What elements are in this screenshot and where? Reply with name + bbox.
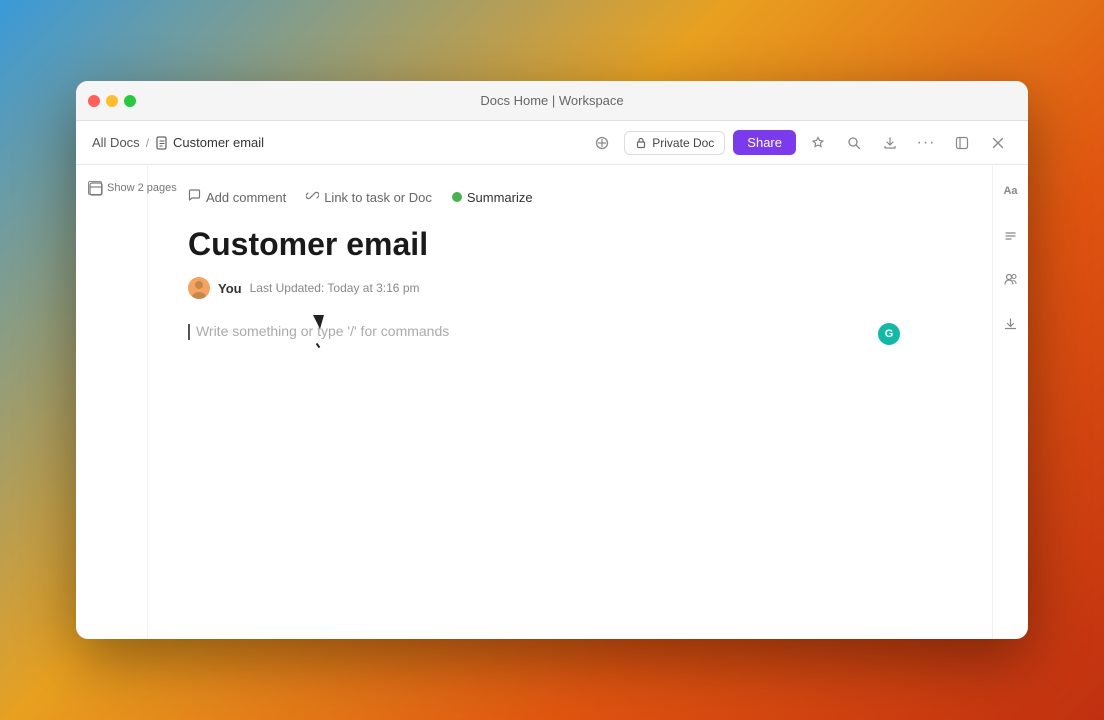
private-doc-label: Private Doc bbox=[652, 136, 714, 150]
close-panel-button[interactable] bbox=[984, 129, 1012, 157]
private-doc-button[interactable]: Private Doc bbox=[624, 131, 725, 155]
toolbar: All Docs / Customer email bbox=[76, 121, 1028, 165]
avatar-image bbox=[188, 277, 210, 299]
titlebar: Docs Home | Workspace bbox=[76, 81, 1028, 121]
collapse-right-icon bbox=[1004, 229, 1017, 242]
collapse-sidebar-button[interactable] bbox=[948, 129, 976, 157]
editor-area[interactable]: Write something or type '/' for commands… bbox=[188, 323, 952, 341]
collaborators-icon bbox=[1004, 272, 1018, 286]
main-document: Add comment Link to task or Doc Summar bbox=[148, 165, 992, 639]
traffic-lights bbox=[88, 95, 136, 107]
download-button[interactable] bbox=[997, 309, 1025, 337]
star-button[interactable] bbox=[804, 129, 832, 157]
left-sidebar: Show 2 pages bbox=[76, 165, 148, 639]
text-format-button[interactable]: Aa bbox=[997, 177, 1025, 205]
link-icon bbox=[306, 189, 319, 205]
toolbar-right: Private Doc Share bbox=[588, 129, 1012, 157]
summarize-dot bbox=[452, 192, 462, 202]
download-icon bbox=[1004, 317, 1017, 330]
last-updated: Last Updated: Today at 3:16 pm bbox=[250, 281, 420, 295]
text-cursor bbox=[188, 324, 190, 340]
add-comment-button[interactable]: Add comment bbox=[188, 189, 286, 205]
pages-icon bbox=[88, 181, 102, 195]
user-indicator: G bbox=[878, 323, 900, 345]
close-button[interactable] bbox=[88, 95, 100, 107]
app-window: Docs Home | Workspace All Docs / Custome… bbox=[76, 81, 1028, 639]
window-title: Docs Home | Workspace bbox=[480, 93, 623, 108]
right-sidebar: Aa bbox=[992, 165, 1028, 639]
search-button[interactable] bbox=[840, 129, 868, 157]
breadcrumb-current: Customer email bbox=[155, 135, 264, 150]
link-task-button[interactable]: Link to task or Doc bbox=[306, 189, 432, 205]
breadcrumb: All Docs / Customer email bbox=[92, 135, 580, 150]
lock-icon bbox=[635, 137, 647, 149]
maximize-button[interactable] bbox=[124, 95, 136, 107]
collaborators-button[interactable] bbox=[997, 265, 1025, 293]
avatar bbox=[188, 277, 210, 299]
collapse-icon bbox=[955, 136, 969, 150]
star-icon bbox=[811, 136, 825, 150]
doc-toolbar: Add comment Link to task or Doc Summar bbox=[188, 189, 952, 205]
comment-icon bbox=[188, 189, 201, 205]
author-info: You Last Updated: Today at 3:16 pm bbox=[188, 277, 952, 299]
breadcrumb-doc-name: Customer email bbox=[173, 135, 264, 150]
document-title: Customer email bbox=[188, 225, 952, 263]
content-area: Show 2 pages Add comment bbox=[76, 165, 1028, 639]
text-format-icon: Aa bbox=[1003, 185, 1017, 197]
close-icon bbox=[992, 137, 1004, 149]
export-icon bbox=[883, 136, 897, 150]
collapse-right-button[interactable] bbox=[997, 221, 1025, 249]
minimize-button[interactable] bbox=[106, 95, 118, 107]
summarize-button[interactable]: Summarize bbox=[452, 190, 533, 205]
user-initial: G bbox=[885, 328, 894, 340]
editor-placeholder: Write something or type '/' for commands bbox=[196, 323, 449, 339]
more-icon: ··· bbox=[917, 134, 936, 152]
pin-icon bbox=[595, 136, 609, 150]
export-button[interactable] bbox=[876, 129, 904, 157]
search-icon bbox=[847, 136, 861, 150]
pin-button[interactable] bbox=[588, 129, 616, 157]
breadcrumb-separator: / bbox=[146, 136, 149, 150]
author-name: You bbox=[218, 281, 242, 296]
more-options-button[interactable]: ··· bbox=[912, 129, 940, 157]
breadcrumb-all-docs[interactable]: All Docs bbox=[92, 135, 140, 150]
share-button[interactable]: Share bbox=[733, 130, 796, 155]
doc-icon bbox=[155, 136, 169, 150]
